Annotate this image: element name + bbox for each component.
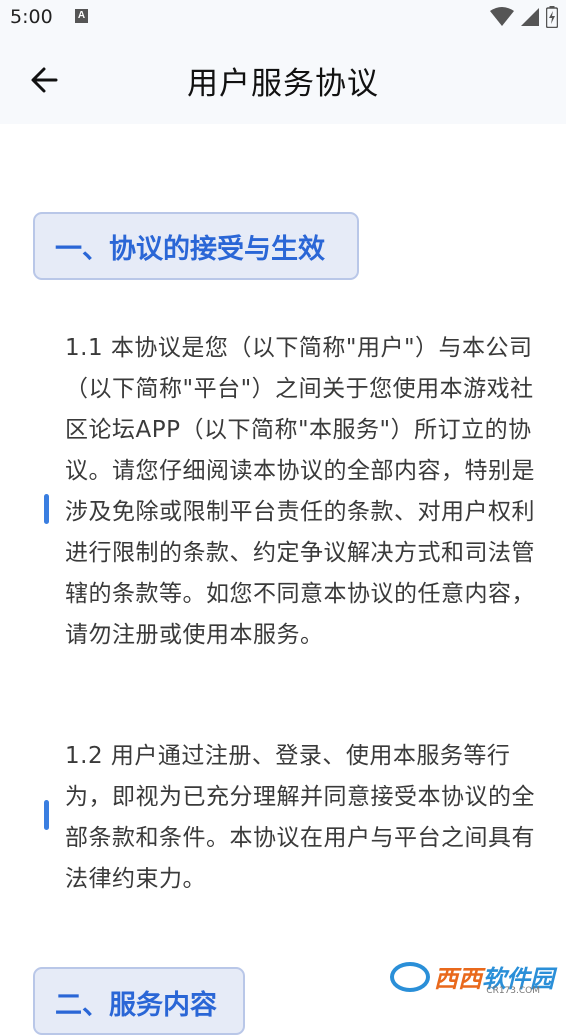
accent-bar	[44, 800, 49, 830]
watermark-logo: 西西软件园 CR173.COM	[390, 959, 554, 996]
status-bar: 5:00 A	[0, 0, 566, 34]
page-title: 用户服务协议	[187, 66, 379, 102]
section-header-2: 二、服务内容	[33, 967, 245, 1035]
status-icons	[490, 6, 558, 28]
paragraph-1-1: 1.1 本协议是您（以下简称"用户"）与本公司（以下简称"平台"）之间关于您使用…	[65, 335, 535, 648]
battery-charging-icon	[546, 6, 558, 28]
section-header-1: 一、协议的接受与生效	[33, 212, 359, 280]
signal-icon	[521, 8, 539, 26]
watermark-icon	[390, 961, 430, 992]
status-time: 5:00	[10, 6, 53, 28]
wifi-icon	[490, 7, 514, 26]
paragraph-1-2: 1.2 用户通过注册、登录、使用本服务等行为，即视为已充分理解并同意接受本协议的…	[65, 743, 535, 892]
a-icon: A	[75, 9, 88, 23]
accent-bar	[44, 494, 49, 524]
watermark-sub: CR173.COM	[486, 986, 540, 996]
app-bar: 用户服务协议	[0, 34, 566, 124]
